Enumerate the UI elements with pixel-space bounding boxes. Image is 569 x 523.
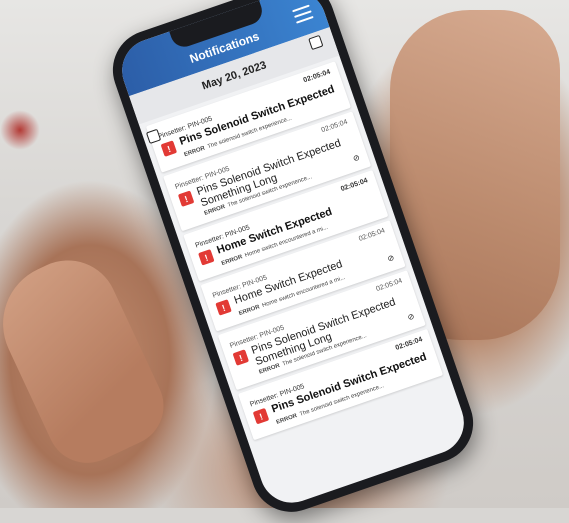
- exclamation-icon: !: [232, 349, 250, 366]
- background-red-object: [0, 110, 40, 150]
- select-all-checkbox[interactable]: [308, 34, 324, 51]
- hamburger-icon[interactable]: [292, 4, 314, 24]
- exclamation-icon: !: [177, 190, 195, 207]
